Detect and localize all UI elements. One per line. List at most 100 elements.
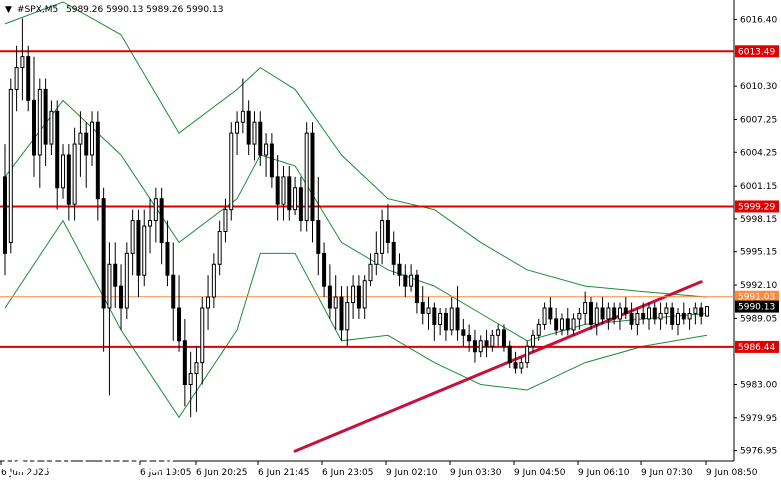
candle-body-down — [43, 88, 48, 145]
candle-body-up — [519, 362, 524, 369]
candle-body-down — [397, 263, 402, 276]
candle-body-down — [600, 307, 605, 320]
brand-name: instaforex — [42, 448, 176, 479]
candle-body-down — [159, 198, 164, 243]
x-tick-label: 9 Jun 03:30 — [450, 468, 502, 478]
candle-body-up — [235, 121, 240, 134]
candle-body-up — [8, 88, 13, 243]
candle-body-up — [536, 323, 541, 336]
candle-body-up — [148, 220, 153, 227]
candle-body-up — [78, 132, 83, 145]
ohlc-readout: 5989.26 5990.13 5989.26 5990.13 — [66, 5, 223, 15]
x-tick-label: 6 Jun 23:05 — [322, 468, 373, 478]
candle-body-down — [420, 302, 425, 314]
candle-body-down — [95, 121, 100, 200]
candle-body-down — [101, 198, 106, 309]
candle-body-up — [496, 329, 501, 336]
candle-body-down — [391, 241, 396, 265]
candle-body-up — [559, 318, 564, 331]
candle-body-up — [594, 307, 599, 325]
candle-body-down — [652, 307, 657, 320]
candle-body-up — [583, 302, 588, 314]
candle-body-down — [136, 220, 141, 276]
candle-body-down — [177, 307, 182, 342]
candle-body-down — [612, 307, 617, 320]
candle-body-up — [304, 132, 309, 222]
candle-body-up — [240, 110, 245, 123]
candle-body-up — [351, 285, 356, 304]
candle-body-down — [588, 302, 593, 325]
candle-body-up — [72, 143, 77, 205]
candle-body-up — [409, 274, 414, 287]
candle-body-up — [675, 312, 680, 325]
x-tick-label: 9 Jun 07:30 — [641, 468, 693, 478]
y-tick-label: 6004.25 — [740, 148, 777, 158]
candle-body-up — [153, 198, 158, 222]
candle-body-down — [403, 274, 408, 287]
candle — [8, 78, 13, 254]
candle-body-down — [310, 132, 315, 222]
candle-body-down — [55, 110, 60, 189]
candle-body-up — [188, 373, 193, 386]
candle-body-up — [194, 362, 199, 375]
candle-body-down — [32, 99, 37, 156]
candle-body-up — [490, 334, 495, 347]
x-tick-label: 9 Jun 08:50 — [706, 468, 758, 478]
candle-body-down — [629, 312, 634, 325]
candle-body-down — [356, 285, 361, 309]
candle-body-down — [699, 307, 704, 317]
level-tag-3: 5986.44 — [735, 340, 779, 353]
candle-body-down — [171, 274, 176, 309]
candle-body-down — [385, 220, 390, 243]
candle-body-down — [467, 334, 472, 342]
candle-body-up — [362, 280, 367, 309]
candle-body-up — [333, 296, 338, 309]
x-tick-label: 9 Jun 06:10 — [578, 468, 630, 478]
candle-body-up — [374, 252, 379, 265]
candle-body-up — [107, 263, 112, 309]
candle-body-down — [298, 187, 303, 222]
current-price-tag-label: 5990.13 — [738, 303, 775, 313]
y-tick-label: 5989.05 — [740, 314, 777, 324]
chart-background — [0, 0, 781, 489]
level-tag-3-label: 5986.44 — [738, 343, 775, 353]
y-tick-label: 6016.40 — [740, 15, 777, 25]
current-price-tag: 5990.13 — [735, 300, 779, 313]
candle-body-up — [281, 176, 286, 205]
header-arrow: ▼ — [5, 5, 12, 15]
candle-body-down — [513, 362, 518, 369]
x-tick-label: 9 Jun 04:50 — [514, 468, 566, 478]
x-tick-label: 6 Jun 20:25 — [196, 468, 247, 478]
candle-body-down — [119, 285, 124, 309]
y-tick-label: 5995.15 — [740, 248, 777, 258]
candle-body-down — [461, 329, 466, 336]
candle-body-up — [20, 56, 25, 69]
x-tick-label: 9 Jun 02:10 — [386, 468, 438, 478]
candle-body-up — [49, 110, 54, 145]
candle-body-down — [507, 345, 512, 364]
candle — [229, 122, 234, 221]
y-tick-label: 5992.10 — [740, 281, 777, 291]
candle-body-up — [142, 225, 147, 276]
candle-body-down — [165, 241, 170, 276]
candle-body-down — [501, 329, 506, 347]
candle-body-up — [252, 121, 257, 145]
candle-body-down — [26, 56, 31, 101]
chart-symbol: #SPX,M5 — [17, 5, 58, 15]
candle-body-down — [414, 274, 419, 304]
level-tag-1: 5999.29 — [735, 200, 779, 213]
candle — [304, 122, 309, 232]
candle-body-up — [577, 312, 582, 320]
candle-body-up — [211, 263, 216, 298]
candle-body-up — [542, 307, 547, 325]
candle-body-up — [635, 312, 640, 325]
candle-body-up — [687, 312, 692, 320]
candle-body-down — [565, 318, 570, 331]
candle-body-up — [380, 220, 385, 254]
candle-body-up — [617, 307, 622, 320]
candle-body-down — [246, 110, 251, 145]
candle-body-down — [113, 263, 118, 287]
candle-body-up — [61, 154, 66, 189]
candle-body-down — [548, 307, 553, 320]
candle-body-up — [229, 132, 234, 211]
